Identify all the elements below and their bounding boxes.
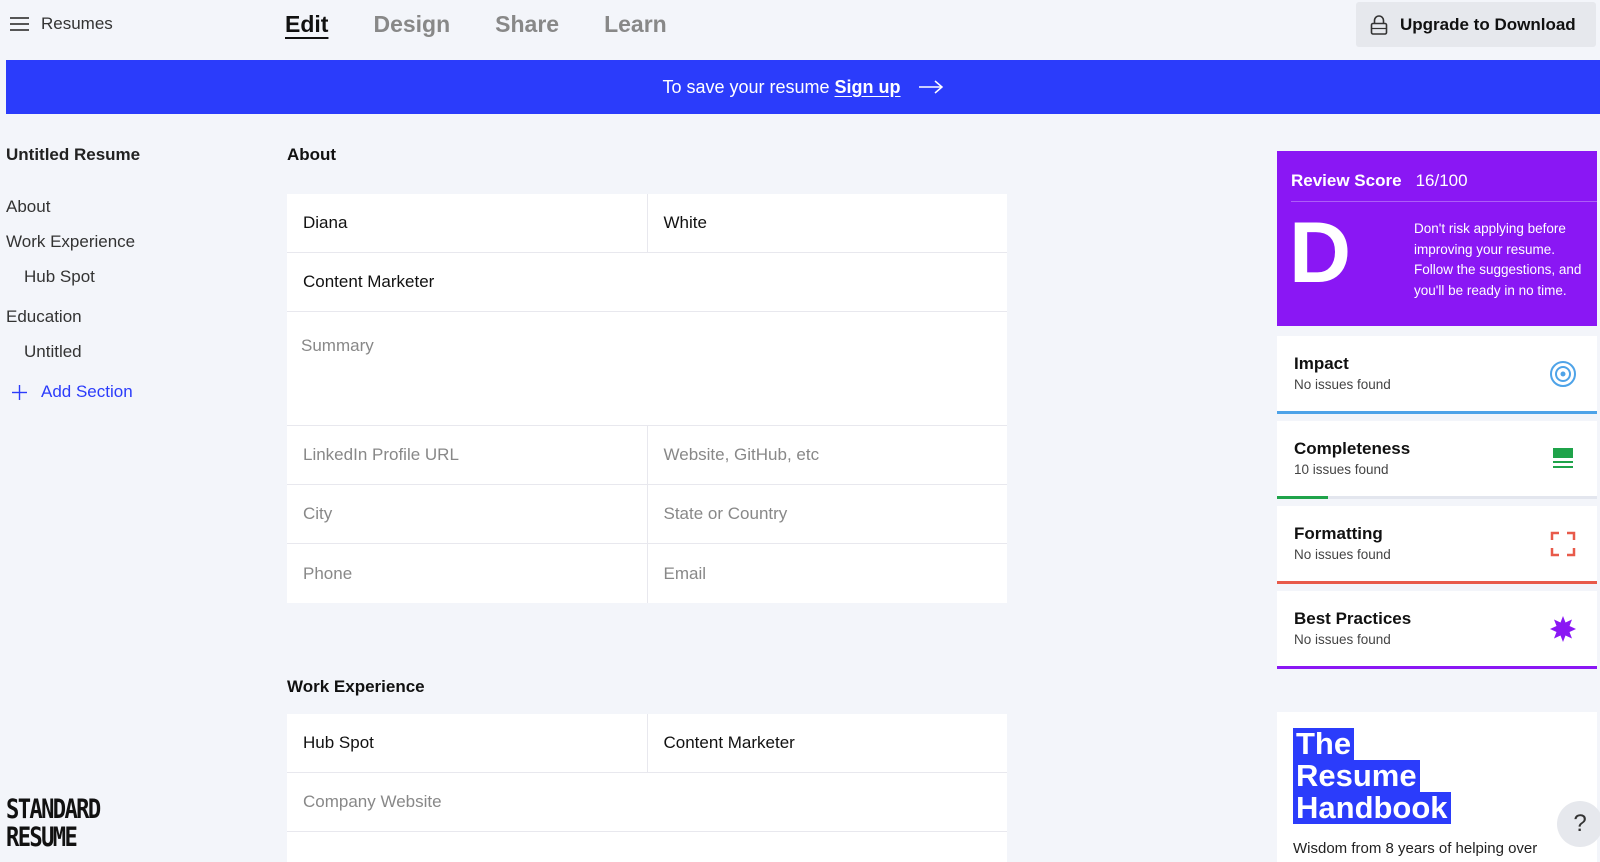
banner-text: To save your resume (662, 76, 830, 97)
target-icon (1550, 361, 1576, 387)
hamburger-icon (10, 17, 29, 31)
metric-progress (1277, 666, 1597, 669)
add-section-label: Add Section (41, 382, 133, 401)
top-bar: Resumes Edit Design Share Learn Upgrade … (0, 0, 1600, 60)
website-field[interactable]: Website, GitHub, etc (646, 426, 1008, 484)
tab-share[interactable]: Share (495, 11, 559, 38)
metric-progress (1277, 411, 1597, 414)
tab-edit[interactable]: Edit (285, 11, 328, 38)
upgrade-label: Upgrade to Download (1400, 14, 1576, 34)
signup-link[interactable]: Sign up (835, 77, 901, 98)
phone-field[interactable]: Phone (287, 544, 647, 603)
add-section-button[interactable]: Add Section (6, 382, 246, 402)
metric-status: 10 issues found (1294, 462, 1389, 477)
sidebar: Untitled Resume About Work Experience Hu… (6, 140, 246, 402)
review-score-value: 16/100 (1415, 171, 1468, 190)
first-name-field[interactable]: Diana (287, 194, 647, 252)
starburst-icon (1550, 616, 1576, 642)
list-icon (1553, 448, 1573, 468)
city-field[interactable]: City (287, 485, 647, 543)
tab-learn[interactable]: Learn (604, 11, 667, 38)
signup-banner: To save your resume Sign up (6, 60, 1600, 114)
main-nav: Edit Design Share Learn (285, 11, 667, 38)
position-field[interactable]: Content Marketer (646, 714, 1008, 772)
help-button[interactable]: ? (1557, 801, 1600, 847)
job-title-field[interactable]: Content Marketer (287, 253, 1007, 311)
plus-icon (12, 384, 27, 400)
summary-field[interactable]: Summary (287, 312, 1007, 356)
review-grade: D (1289, 205, 1352, 301)
company-website-field[interactable]: Company Website (287, 773, 1007, 831)
review-score-label: Review Score (1291, 171, 1402, 190)
metric-completeness[interactable]: Completeness 10 issues found (1277, 421, 1597, 499)
sidebar-item-about[interactable]: About (6, 197, 246, 217)
metric-status: No issues found (1294, 632, 1391, 647)
linkedin-url-field[interactable]: LinkedIn Profile URL (287, 426, 647, 484)
arrow-right-icon[interactable] (918, 80, 944, 94)
metric-name: Impact (1294, 354, 1349, 373)
company-field[interactable]: Hub Spot (287, 714, 647, 772)
metric-best-practices[interactable]: Best Practices No issues found (1277, 591, 1597, 669)
review-score-card: Review Score 16/100 D Don't risk applyin… (1277, 151, 1597, 326)
resumes-menu-button[interactable]: Resumes (10, 14, 113, 34)
metric-status: No issues found (1294, 547, 1391, 562)
metric-status: No issues found (1294, 377, 1391, 392)
about-section-title: About (287, 145, 337, 164)
email-field[interactable]: Email (646, 544, 1008, 603)
about-form: Diana White Content Marketer Summary Lin… (287, 194, 1007, 603)
state-country-field[interactable]: State or Country (646, 485, 1008, 543)
resume-title[interactable]: Untitled Resume (6, 145, 246, 165)
upgrade-to-download-button[interactable]: Upgrade to Download (1356, 2, 1596, 47)
handbook-title-line-1: The (1293, 728, 1355, 760)
resumes-menu-label: Resumes (41, 14, 113, 33)
logo-line-1: STANDARD (6, 794, 101, 825)
standard-resume-logo: STANDARD RESUME (6, 794, 101, 853)
work-experience-form: Hub Spot Content Marketer Company Websit… (287, 714, 1007, 862)
last-name-field[interactable]: White (646, 194, 1008, 252)
frame-corners-icon (1550, 531, 1576, 557)
handbook-title: The Resume Handbook (1293, 728, 1451, 824)
logo-line-2: RESUME (6, 822, 78, 853)
metric-name: Best Practices (1294, 609, 1412, 628)
work-experience-section-title: Work Experience (287, 677, 425, 696)
handbook-text: Wisdom from 8 years of helping over (1293, 840, 1538, 857)
tab-design[interactable]: Design (373, 11, 450, 38)
metric-name: Formatting (1294, 524, 1383, 543)
resume-handbook-card[interactable]: The Resume Handbook Wisdom from 8 years … (1277, 712, 1597, 862)
sidebar-item-education[interactable]: Education (6, 307, 246, 327)
metric-formatting[interactable]: Formatting No issues found (1277, 506, 1597, 584)
lock-icon (1370, 14, 1388, 35)
sidebar-item-untitled[interactable]: Untitled (6, 342, 246, 362)
metric-progress (1277, 581, 1597, 584)
sidebar-item-hub-spot[interactable]: Hub Spot (6, 267, 246, 287)
metric-impact[interactable]: Impact No issues found (1277, 336, 1597, 414)
review-message: Don't risk applying before improving you… (1414, 221, 1582, 298)
sidebar-item-work-experience[interactable]: Work Experience (6, 232, 246, 252)
handbook-title-line-2: Resume (1293, 760, 1420, 792)
handbook-title-line-3: Handbook (1293, 792, 1451, 824)
metric-name: Completeness (1294, 439, 1411, 458)
metric-progress (1277, 496, 1329, 499)
